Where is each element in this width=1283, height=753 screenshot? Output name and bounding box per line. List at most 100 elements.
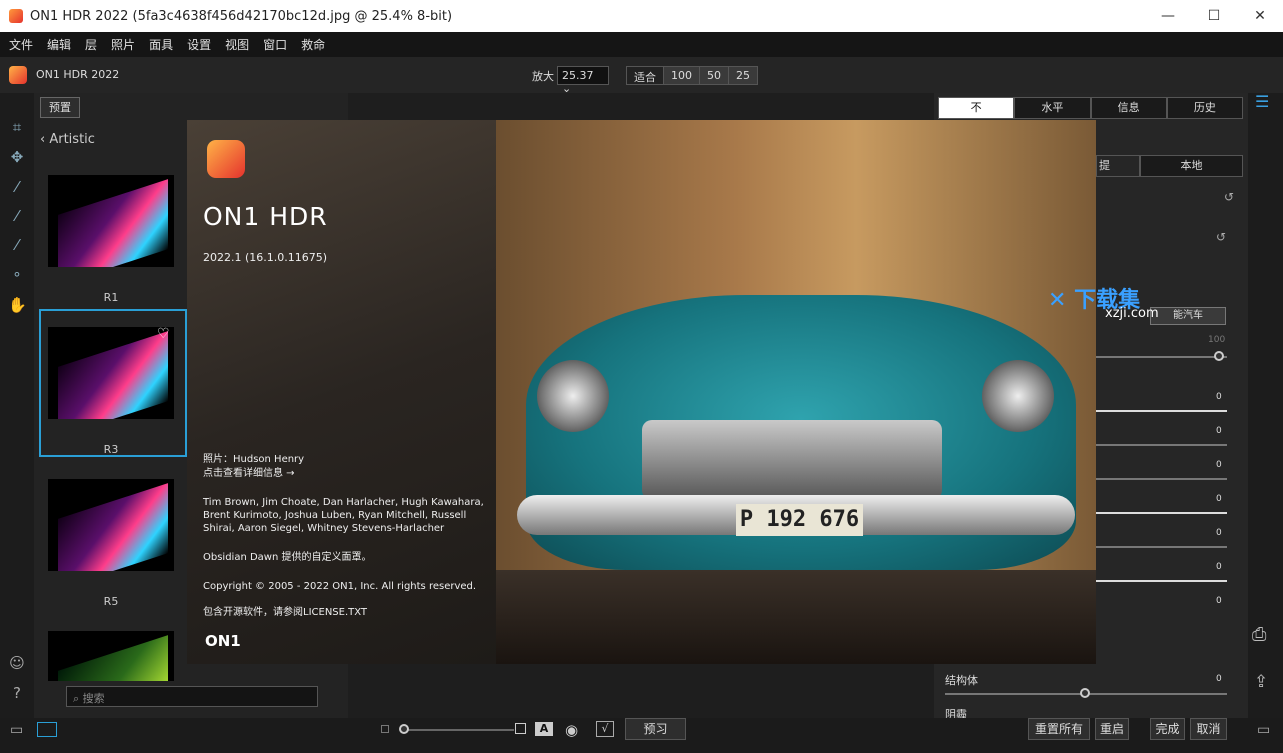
mask-overlay-icon[interactable]: ◉ xyxy=(565,721,578,739)
watermark-x-icon: ✕ xyxy=(1048,288,1075,313)
hdr-logo-icon xyxy=(207,140,245,178)
zoom-fit-button[interactable]: 适合 xyxy=(626,66,664,85)
license-plate: P 192 676 xyxy=(736,504,863,536)
menu-window[interactable]: 窗口 xyxy=(263,36,287,53)
slider-knob[interactable] xyxy=(1214,351,1224,361)
category-label: Artistic xyxy=(49,132,95,147)
large-thumb-icon xyxy=(515,723,526,734)
slider-value: 0 xyxy=(1216,562,1222,572)
structure-knob[interactable] xyxy=(1080,688,1090,698)
line-mask-icon[interactable]: ⁄ xyxy=(8,236,26,254)
menu-layer[interactable]: 层 xyxy=(85,36,97,53)
slider-value: 0 xyxy=(1216,460,1222,470)
reset-button[interactable]: 重启 xyxy=(1095,718,1129,740)
menu-file[interactable]: 文件 xyxy=(9,36,33,53)
app-logo-icon xyxy=(9,66,27,84)
tab-local[interactable]: 本地 xyxy=(1140,155,1243,177)
search-input[interactable]: ⌕ 搜索 xyxy=(66,686,318,707)
car-headlight xyxy=(537,360,609,432)
preset-thumb[interactable] xyxy=(48,631,174,681)
close-button[interactable]: ✕ xyxy=(1237,0,1283,32)
structure-value: 0 xyxy=(1216,674,1222,684)
favorite-heart-icon[interactable]: ♡ xyxy=(157,326,170,342)
credits-text: Tim Brown, Jim Choate, Dan Harlacher, Hu… xyxy=(203,497,484,534)
tab-info[interactable]: 信息 xyxy=(1090,97,1167,119)
search-placeholder: 搜索 xyxy=(82,692,105,705)
text-overlay-icon[interactable]: A xyxy=(535,722,553,736)
user-icon[interactable]: ☺ xyxy=(8,654,26,672)
single-view-icon[interactable] xyxy=(37,722,57,737)
menu-mask[interactable]: 面具 xyxy=(149,36,173,53)
small-thumb-icon xyxy=(381,725,389,733)
panel-toggle-icon[interactable]: ▭ xyxy=(10,722,23,738)
slider-value: 0 xyxy=(1216,426,1222,436)
preview-button[interactable]: 预习 xyxy=(625,718,686,740)
slider-value: 0 xyxy=(1216,392,1222,402)
copyright-text: Copyright © 2005 - 2022 ON1, Inc. All ri… xyxy=(203,581,477,592)
thumb-size-slider[interactable] xyxy=(404,729,514,731)
thumb-size-knob[interactable] xyxy=(399,724,409,734)
menu-view[interactable]: 视图 xyxy=(225,36,249,53)
app-icon xyxy=(9,9,23,23)
splash-title: ON1 HDR xyxy=(203,202,328,231)
done-button[interactable]: 完成 xyxy=(1150,718,1185,740)
retouch-icon[interactable]: ∘ xyxy=(8,265,26,283)
maximize-button[interactable]: ☐ xyxy=(1191,0,1237,32)
zoom-50-button[interactable]: 50 xyxy=(699,66,729,85)
zoom-100-button[interactable]: 100 xyxy=(663,66,700,85)
slider-max: 100 xyxy=(1208,335,1226,345)
menu-help[interactable]: 救命 xyxy=(301,36,325,53)
car-grille xyxy=(642,420,942,500)
panel-toggle-right-icon[interactable]: ▭ xyxy=(1257,722,1270,738)
details-link[interactable]: 点击查看详细信息 → xyxy=(203,467,493,480)
preset-thumb-r1[interactable] xyxy=(48,175,174,267)
zoom-hand-icon[interactable]: ✋ xyxy=(8,296,27,314)
tab-global[interactable]: 提 xyxy=(1096,155,1140,177)
zoom-select[interactable]: 25.37 ⌄ xyxy=(557,66,609,95)
minimize-button[interactable]: — xyxy=(1145,0,1191,32)
reset-icon[interactable]: ↺ xyxy=(1216,230,1226,244)
category-back[interactable]: ‹ Artistic xyxy=(40,132,95,147)
splash-version: 2022.1 (16.1.0.11675) xyxy=(203,251,328,264)
menu-settings[interactable]: 设置 xyxy=(187,36,211,53)
preset-label: R3 xyxy=(103,443,119,456)
reset-icon[interactable]: ↺ xyxy=(1224,190,1234,204)
car-headlight xyxy=(982,360,1054,432)
slider-value: 0 xyxy=(1216,528,1222,538)
print-icon[interactable]: ⎙ xyxy=(1252,624,1266,645)
slider-value: 0 xyxy=(1216,596,1222,606)
zoom-25-button[interactable]: 25 xyxy=(728,66,758,85)
preset-dropdown[interactable]: 能汽车 xyxy=(1150,307,1226,325)
crop-icon[interactable]: ⌗ xyxy=(8,118,26,136)
move-icon[interactable]: ✥ xyxy=(8,148,26,166)
search-icon: ⌕ xyxy=(73,692,83,705)
on1-logo: ON1 xyxy=(205,632,241,650)
watermark-url: xzji.com xyxy=(1105,306,1159,321)
share-icon[interactable]: ⇪ xyxy=(1254,672,1268,692)
app-name: ON1 HDR 2022 xyxy=(36,68,120,81)
preset-thumb-r5[interactable] xyxy=(48,479,174,571)
cancel-button[interactable]: 取消 xyxy=(1190,718,1227,740)
mask-brush-icon[interactable]: ⁄ xyxy=(8,207,26,225)
photo-credit: 照片：Hudson Henry xyxy=(203,454,305,465)
structure-label: 结构体 xyxy=(945,674,978,687)
slider-value: 0 xyxy=(1216,494,1222,504)
chevron-down-icon: ⌄ xyxy=(562,82,572,95)
menu-edit[interactable]: 编辑 xyxy=(47,36,71,53)
preset-thumb-r3[interactable] xyxy=(48,327,174,419)
tab-level[interactable]: 水平 xyxy=(1014,97,1091,119)
about-splash[interactable]: P 192 676 ON1 HDR 2022.1 (16.1.0.11675) … xyxy=(187,120,1096,664)
brush-icon[interactable]: ⁄ xyxy=(8,178,26,196)
tab-none[interactable]: 不 xyxy=(938,97,1015,119)
sliders-icon[interactable]: ☰ xyxy=(1255,92,1269,111)
menu-photo[interactable]: 照片 xyxy=(111,36,135,53)
tab-history[interactable]: 历史 xyxy=(1166,97,1243,119)
preset-label: R1 xyxy=(103,291,119,304)
splash-road xyxy=(496,570,1096,664)
help-icon[interactable]: ? xyxy=(8,684,26,702)
menu-bar: 文件 编辑 层 照片 面具 设置 视图 窗口 救命 xyxy=(0,32,1283,57)
preset-button[interactable]: 预置 xyxy=(40,97,80,118)
window-title: ON1 HDR 2022 (5fa3c4638f456d42170bc12d.j… xyxy=(30,8,453,24)
compare-icon[interactable]: √ xyxy=(596,721,614,737)
reset-all-button[interactable]: 重置所有 xyxy=(1028,718,1090,740)
